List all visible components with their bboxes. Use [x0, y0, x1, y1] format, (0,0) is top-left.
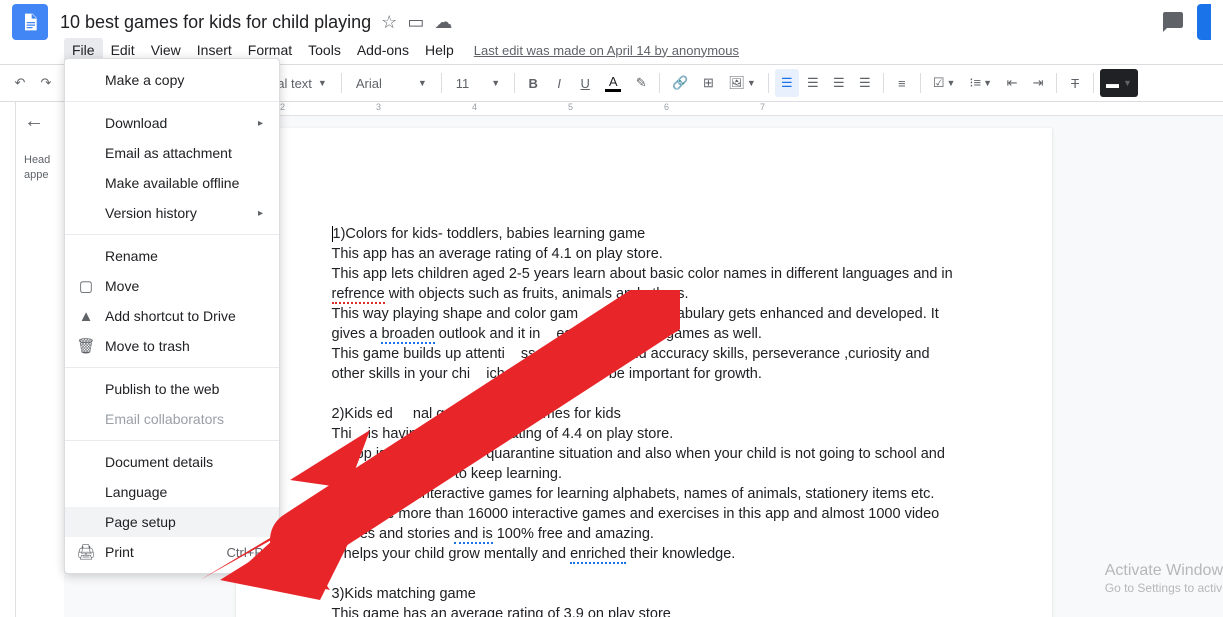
print-icon: 🖨 [77, 543, 95, 561]
text-color-button[interactable]: A [599, 69, 627, 97]
cloud-status-icon: ☁ [434, 12, 452, 33]
menu-make-copy[interactable]: Make a copy [65, 65, 279, 95]
undo-button[interactable]: ↶ [8, 69, 32, 97]
menu-email-collaborators: Email collaborators [65, 404, 279, 434]
align-justify-button[interactable]: ☰ [853, 69, 877, 97]
menu-language[interactable]: Language [65, 477, 279, 507]
last-edit-link[interactable]: Last edit was made on April 14 by anonym… [474, 43, 739, 58]
menu-help[interactable]: Help [417, 38, 462, 62]
windows-activation-watermark: Activate Window Go to Settings to activ [1105, 561, 1223, 597]
font-select[interactable]: Arial▼ [348, 72, 435, 95]
menu-download[interactable]: Download▸ [65, 108, 279, 138]
italic-button[interactable]: I [547, 69, 571, 97]
menu-print[interactable]: 🖨PrintCtrl+P [65, 537, 279, 567]
line-spacing-button[interactable]: ≡ [890, 69, 914, 97]
menu-tools[interactable]: Tools [300, 38, 349, 62]
align-left-button[interactable]: ☰ [775, 69, 799, 97]
increase-indent-button[interactable]: ⇥ [1026, 69, 1050, 97]
comments-icon[interactable] [1161, 10, 1185, 34]
highlight-button[interactable]: ✎ [629, 69, 653, 97]
document-page[interactable]: 1)Colors for kids- toddlers, babies lear… [236, 128, 1052, 617]
document-title[interactable]: 10 best games for kids for child playing [60, 12, 371, 33]
drive-shortcut-icon: ▲ [77, 307, 95, 325]
bulleted-list-button[interactable]: ⁝≡▼ [963, 69, 998, 97]
outline-placeholder: Headappe [24, 153, 56, 184]
insert-comment-button[interactable]: ⊞ [696, 69, 720, 97]
font-size-select[interactable]: 11▼ [448, 72, 508, 95]
menu-addons[interactable]: Add-ons [349, 38, 417, 62]
align-right-button[interactable]: ☰ [827, 69, 851, 97]
bold-button[interactable]: B [521, 69, 545, 97]
outline-back-arrow[interactable]: ← [24, 110, 56, 133]
share-button-edge[interactable] [1197, 4, 1211, 40]
clear-formatting-button[interactable]: T [1063, 69, 1087, 97]
vertical-ruler [0, 102, 16, 617]
menu-document-details[interactable]: Document details [65, 447, 279, 477]
menu-version-history[interactable]: Version history▸ [65, 198, 279, 228]
star-icon[interactable]: ☆ [381, 12, 397, 33]
move-folder-icon[interactable]: ▭ [407, 12, 424, 33]
trash-icon: 🗑 [77, 337, 95, 355]
checklist-button[interactable]: ☑▼ [927, 69, 962, 97]
insert-link-button[interactable]: 🔗 [666, 69, 694, 97]
redo-button[interactable]: ↷ [34, 69, 58, 97]
menu-available-offline[interactable]: Make available offline [65, 168, 279, 198]
editing-mode-button[interactable]: ▬▼ [1100, 69, 1138, 97]
decrease-indent-button[interactable]: ⇤ [1000, 69, 1024, 97]
menu-page-setup[interactable]: Page setup [65, 507, 279, 537]
menu-move[interactable]: ▢Move [65, 271, 279, 301]
menu-add-shortcut[interactable]: ▲Add shortcut to Drive [65, 301, 279, 331]
menu-publish-web[interactable]: Publish to the web [65, 374, 279, 404]
menu-move-trash[interactable]: 🗑Move to trash [65, 331, 279, 361]
docs-logo[interactable] [12, 4, 48, 40]
menu-email-attachment[interactable]: Email as attachment [65, 138, 279, 168]
insert-image-button[interactable]: 🖼▼ [722, 69, 761, 97]
folder-icon: ▢ [77, 277, 95, 295]
underline-button[interactable]: U [573, 69, 597, 97]
file-menu-dropdown: Make a copy Download▸ Email as attachmen… [64, 58, 280, 574]
menu-rename[interactable]: Rename [65, 241, 279, 271]
align-center-button[interactable]: ☰ [801, 69, 825, 97]
